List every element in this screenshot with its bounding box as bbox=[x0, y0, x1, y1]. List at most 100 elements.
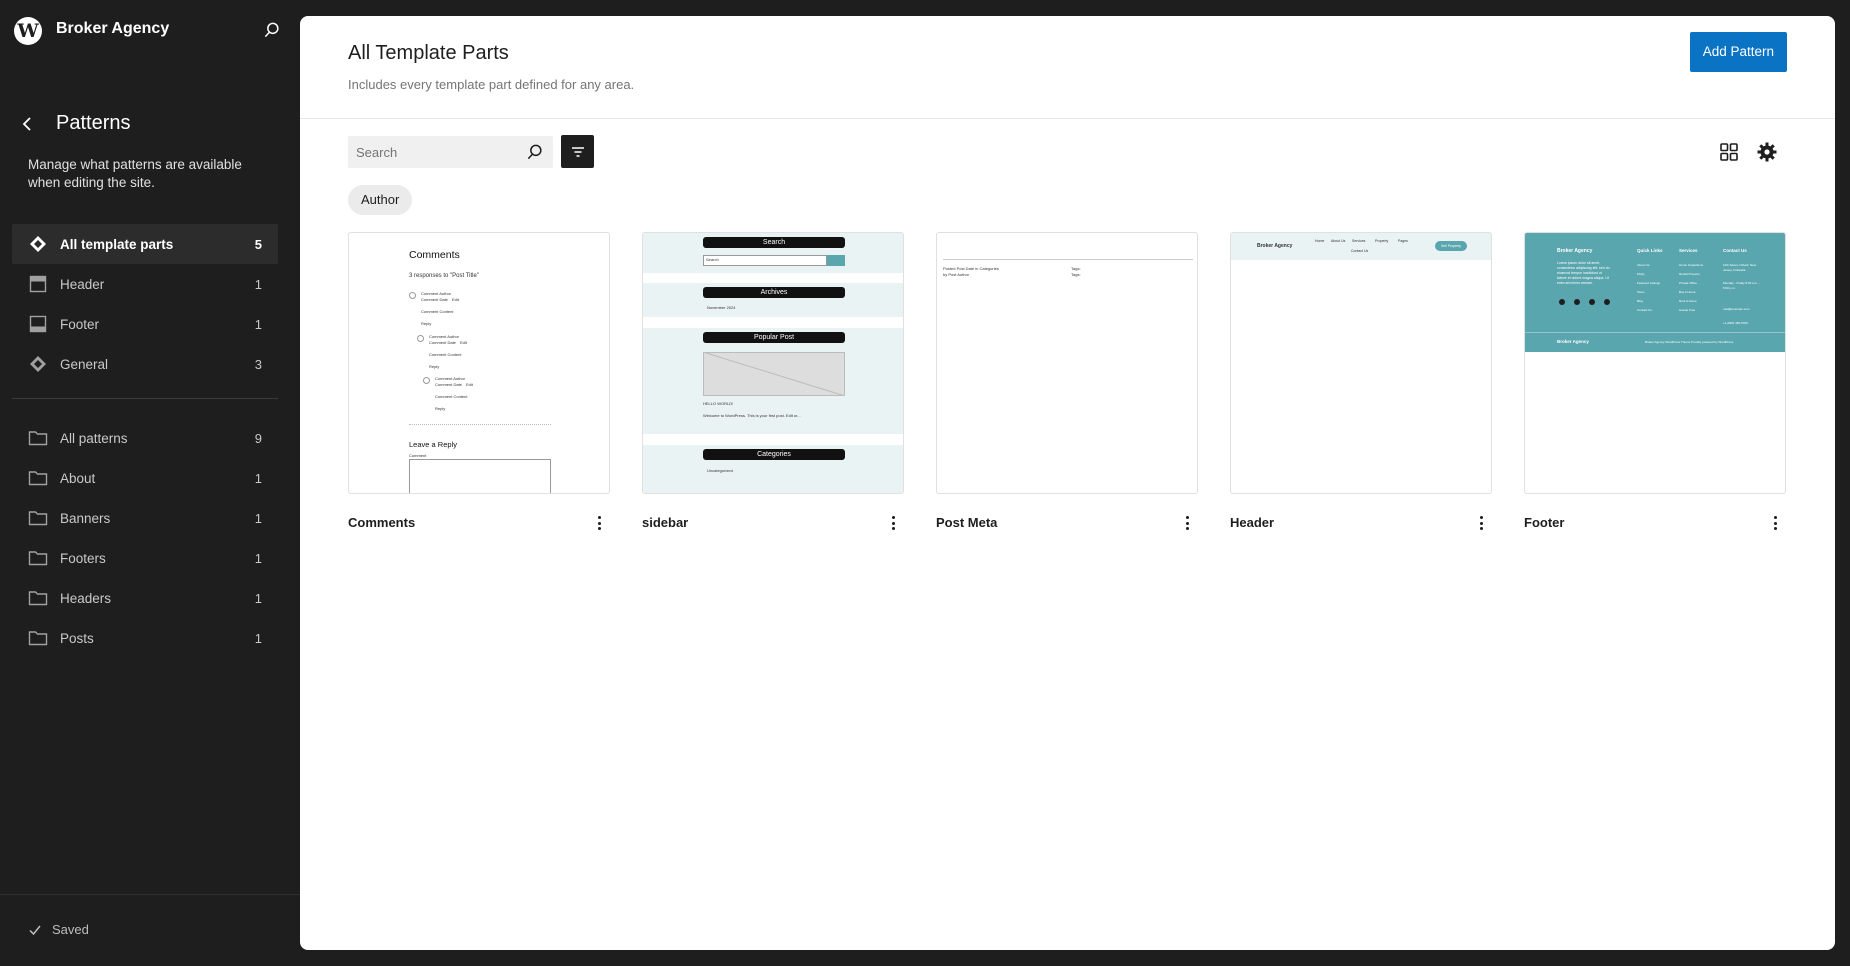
preview-text: Team bbox=[1637, 290, 1645, 294]
social-icon bbox=[1589, 299, 1595, 305]
more-options-icon[interactable] bbox=[1184, 514, 1190, 532]
pattern-card-comments: Comments 3 responses to "Post Title" Com… bbox=[348, 232, 610, 530]
preview-text: Property bbox=[1375, 239, 1389, 243]
back-chevron-icon[interactable] bbox=[20, 114, 36, 134]
pattern-preview[interactable]: Broker Agency Home About Us Services Pro… bbox=[1230, 232, 1492, 494]
more-options-icon[interactable] bbox=[596, 514, 602, 532]
card-title[interactable]: Header bbox=[1230, 515, 1274, 530]
sidebar-item-footers[interactable]: Footers 1 bbox=[12, 538, 278, 578]
preview-text: Broker Agency bbox=[1557, 248, 1593, 254]
preview-text: Monday - Friday 8:00 a.m. - 5:00 p.m. bbox=[1723, 281, 1760, 290]
preview-text: 3 responses to "Post Title" bbox=[409, 273, 479, 279]
preview-text: Categories bbox=[703, 449, 845, 460]
preview-text: Comment Date bbox=[435, 382, 462, 387]
preview-text: Pages bbox=[1398, 239, 1408, 243]
preview-text: Posted Post Date in Categories bbox=[943, 266, 999, 271]
pattern-preview[interactable]: Posted Post Date in Categories by Post A… bbox=[936, 232, 1198, 494]
preview-text: Leave a Reply bbox=[409, 440, 457, 449]
preview-search-button bbox=[827, 255, 845, 266]
sidebar-item-footer[interactable]: Footer 1 bbox=[12, 304, 278, 344]
preview-text: by Post Author bbox=[943, 272, 970, 277]
preview-text: Edit bbox=[452, 297, 459, 302]
preview-text: Buy A Home bbox=[1679, 290, 1696, 294]
preview-text: Tags: bbox=[1071, 266, 1081, 271]
more-options-icon[interactable] bbox=[1478, 514, 1484, 532]
sidebar-item-headers[interactable]: Headers 1 bbox=[12, 578, 278, 618]
folder-icon bbox=[28, 508, 48, 528]
sidebar-item-banners[interactable]: Banners 1 bbox=[12, 498, 278, 538]
sidebar-item-about[interactable]: About 1 bbox=[12, 458, 278, 498]
preview-text: Search bbox=[703, 237, 845, 248]
add-pattern-button[interactable]: Add Pattern bbox=[1689, 32, 1787, 72]
preview-text: Comment Date bbox=[429, 340, 456, 345]
preview-text: mail@example.com bbox=[1723, 307, 1750, 311]
footer-layout-icon bbox=[28, 314, 48, 334]
pattern-card-post-meta: Posted Post Date in Categories by Post A… bbox=[936, 232, 1198, 530]
preview-divider bbox=[943, 259, 1193, 260]
folder-icon bbox=[28, 548, 48, 568]
filter-button[interactable] bbox=[561, 135, 594, 168]
preview-text: Uncategorized bbox=[707, 468, 733, 473]
diamond-icon bbox=[28, 354, 48, 374]
preview-text: FAQs bbox=[1637, 272, 1645, 276]
sidebar-item-header[interactable]: Header 1 bbox=[12, 264, 278, 304]
sidebar-item-label: Banners bbox=[60, 510, 111, 526]
folder-icon bbox=[28, 468, 48, 488]
more-options-icon[interactable] bbox=[1772, 514, 1778, 532]
save-status: Saved bbox=[28, 922, 89, 937]
preview-text: Contact Us bbox=[1637, 308, 1652, 312]
preview-text: Comment Content bbox=[421, 309, 454, 314]
card-title[interactable]: sidebar bbox=[642, 515, 688, 530]
preview-text: Quick Links bbox=[1637, 248, 1663, 253]
preview-text: Home bbox=[1315, 239, 1325, 243]
preview-divider bbox=[409, 424, 551, 425]
pattern-card-header: Broker Agency Home About Us Services Pro… bbox=[1230, 232, 1492, 530]
card-title[interactable]: Post Meta bbox=[936, 515, 997, 530]
author-filter-chip[interactable]: Author bbox=[348, 185, 413, 215]
preview-text: Comment bbox=[409, 453, 427, 458]
preview-textarea bbox=[409, 459, 551, 493]
more-options-icon[interactable] bbox=[890, 514, 896, 532]
card-title[interactable]: Comments bbox=[348, 515, 415, 530]
card-title[interactable]: Footer bbox=[1524, 515, 1564, 530]
site-title[interactable]: Broker Agency bbox=[56, 20, 169, 38]
search-box bbox=[348, 136, 553, 168]
search-icon[interactable] bbox=[525, 142, 545, 162]
header-layout-icon bbox=[28, 274, 48, 294]
preview-text: Blog bbox=[1637, 299, 1644, 303]
sidebar-item-general[interactable]: General 3 bbox=[12, 344, 278, 384]
preview-text: Comment Content bbox=[435, 394, 468, 399]
pattern-card-footer: Broker Agency Lorem ipsum dolor sit amet… bbox=[1524, 232, 1786, 530]
folder-icon bbox=[28, 428, 48, 448]
preview-text: Reply bbox=[429, 364, 440, 369]
gear-icon[interactable] bbox=[1755, 140, 1779, 164]
site-hub: W Broker Agency bbox=[0, 0, 300, 60]
wordpress-logo-icon[interactable]: W bbox=[14, 17, 42, 45]
preview-divider bbox=[1525, 332, 1785, 333]
sidebar-item-label: General bbox=[60, 356, 109, 372]
sidebar-item-all-template-parts[interactable]: All template parts 5 bbox=[12, 224, 278, 264]
preview-text: About Us bbox=[1331, 239, 1346, 243]
search-input[interactable] bbox=[348, 136, 518, 168]
preview-text: Broker Agency bbox=[1557, 339, 1589, 344]
grid-view-icon[interactable] bbox=[1717, 140, 1741, 164]
preview-text: Edit bbox=[466, 382, 473, 387]
pattern-preview[interactable]: Comments 3 responses to "Post Title" Com… bbox=[348, 232, 610, 494]
sidebar-item-all-patterns[interactable]: All patterns 9 bbox=[12, 418, 278, 458]
save-status-label: Saved bbox=[52, 922, 89, 937]
pattern-preview[interactable]: Broker Agency Lorem ipsum dolor sit amet… bbox=[1524, 232, 1786, 494]
sidebar-item-count: 1 bbox=[254, 590, 262, 606]
sidebar-item-posts[interactable]: Posts 1 bbox=[12, 618, 278, 658]
diamond-icon bbox=[28, 234, 48, 254]
preview-text: Comment Date bbox=[421, 297, 448, 302]
preview-text: Reply bbox=[435, 406, 446, 411]
preview-text: Popular Post bbox=[703, 332, 845, 343]
search-icon[interactable] bbox=[262, 20, 282, 40]
social-icon bbox=[1574, 299, 1580, 305]
sidebar-description: Manage what patterns are available when … bbox=[28, 157, 242, 190]
preview-text: Contact Us bbox=[1351, 249, 1369, 253]
sidebar-item-label: All patterns bbox=[60, 430, 128, 446]
pattern-preview[interactable]: Search Search Archives November 2024 Pop… bbox=[642, 232, 904, 494]
preview-text: Edit bbox=[460, 340, 467, 345]
sidebar-item-label: About bbox=[60, 470, 96, 486]
